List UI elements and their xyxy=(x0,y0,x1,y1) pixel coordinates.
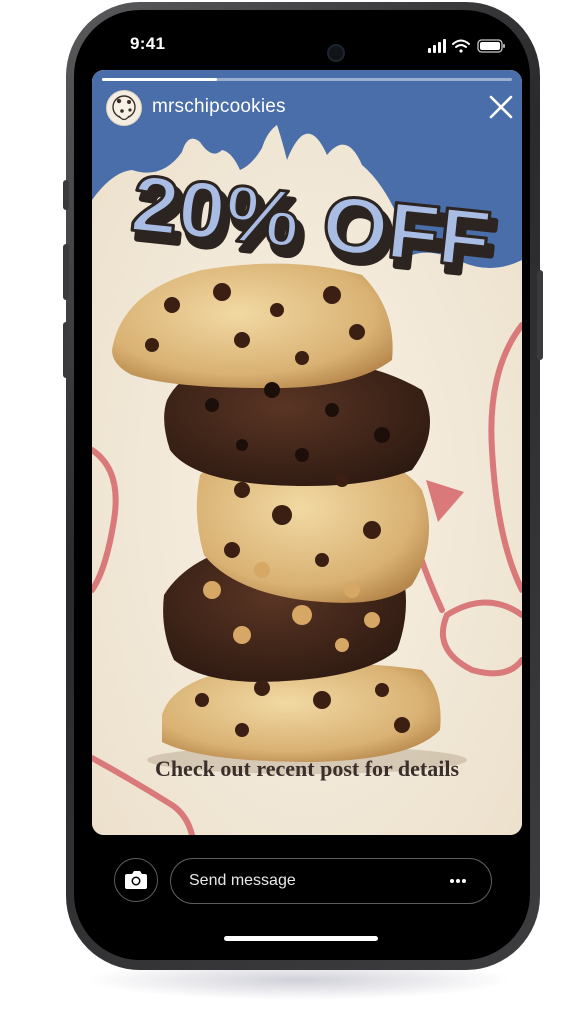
cookie-mascot-icon[interactable] xyxy=(106,90,142,126)
phone-screen: 9:41 mrschipcookies 20% OFF 20% OFF Chec… xyxy=(74,10,530,960)
send-message-input[interactable]: Send message xyxy=(170,858,492,904)
volume-up-button xyxy=(63,244,69,300)
camera-icon xyxy=(125,871,147,889)
headline-20-off: 20% OFF 20% OFF xyxy=(126,168,503,296)
power-button xyxy=(537,270,543,360)
status-icons xyxy=(428,39,505,53)
status-time: 9:41 xyxy=(130,34,166,53)
send-message-placeholder: Send message xyxy=(189,872,296,889)
wifi-icon xyxy=(452,39,470,53)
signal-icon xyxy=(428,39,446,53)
story-caption: Check out recent post for details xyxy=(154,756,460,781)
battery-icon xyxy=(477,39,505,53)
home-indicator[interactable] xyxy=(224,936,378,941)
story-progress-bar xyxy=(102,78,512,81)
story-viewer[interactable]: mrschipcookies 20% OFF 20% OFF Check out… xyxy=(92,70,522,835)
more-dots-icon[interactable] xyxy=(443,873,473,889)
volume-down-button xyxy=(63,322,69,378)
reply-bar: Send message xyxy=(74,855,530,915)
camera-button[interactable] xyxy=(114,858,158,902)
action-button xyxy=(63,180,69,210)
story-progress-fill xyxy=(102,78,217,81)
close-icon[interactable] xyxy=(488,94,514,120)
front-camera xyxy=(327,44,345,62)
story-username[interactable]: mrschipcookies xyxy=(152,96,286,118)
